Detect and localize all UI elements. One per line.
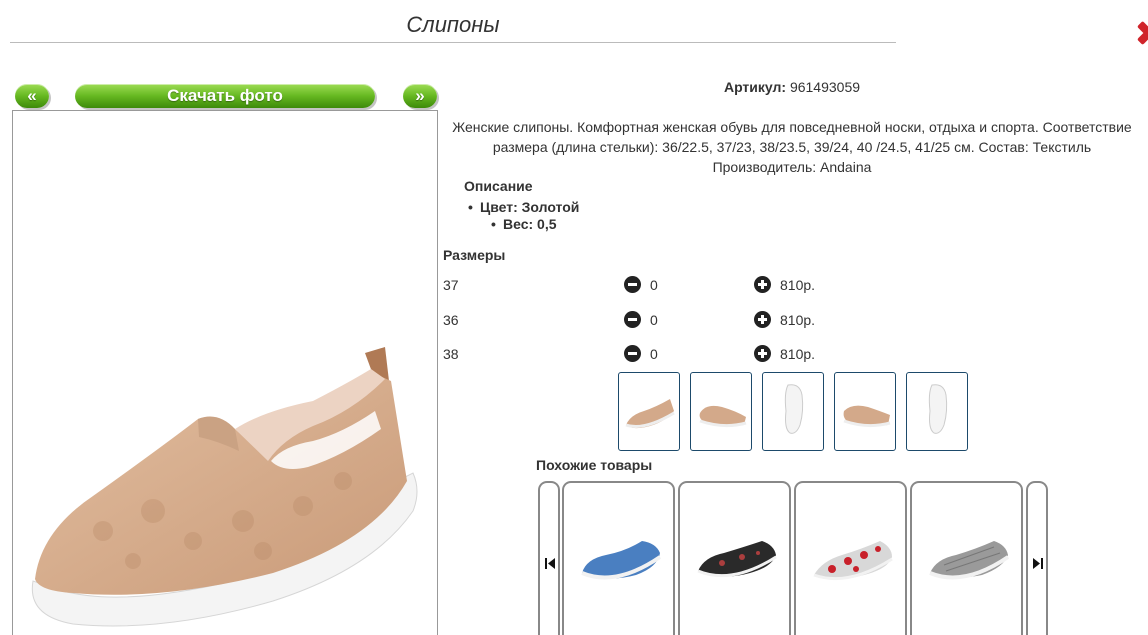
similar-products-heading: Похожие товары (536, 457, 653, 473)
color-attribute: Цвет: Золотой (468, 199, 579, 216)
product-description: Женские слипоны. Комфортная женская обув… (442, 117, 1142, 177)
size-row: 38 0 810р. (443, 344, 863, 364)
similar-product-card[interactable] (562, 481, 675, 635)
page-title: Слипоны (406, 12, 500, 37)
article-line: Артикул: 961493059 (442, 79, 1142, 95)
size-value: 38 (443, 346, 459, 362)
title-divider (10, 42, 896, 43)
description-line: Производитель: Andaina (712, 159, 872, 175)
main-product-photo[interactable] (12, 110, 438, 635)
article-value: 961493059 (789, 79, 861, 95)
skip-back-icon (545, 558, 555, 569)
quantity-value: 0 (650, 277, 658, 293)
carousel-next-button[interactable] (1026, 481, 1048, 635)
photo-thumbnail[interactable] (618, 372, 680, 451)
close-icon[interactable] (1134, 16, 1148, 46)
size-value: 36 (443, 312, 459, 328)
similar-product-image (929, 541, 1010, 580)
size-row: 37 0 810р. (443, 275, 863, 295)
sizes-heading: Размеры (443, 247, 506, 263)
slip-on-shoe-image (31, 347, 418, 627)
photo-thumbnail[interactable] (906, 372, 968, 451)
attributes-list: Цвет: Золотой Вес: 0,5 (468, 199, 579, 233)
next-photo-button[interactable]: » (403, 84, 437, 108)
download-photo-button[interactable]: Скачать фото (75, 84, 375, 108)
minus-icon[interactable] (624, 311, 641, 328)
photo-thumbnail[interactable] (690, 372, 752, 451)
plus-icon[interactable] (754, 345, 771, 362)
similar-product-card[interactable] (678, 481, 791, 635)
price-value: 810р. (780, 346, 816, 362)
similar-product-card[interactable] (794, 481, 907, 635)
size-value: 37 (443, 277, 459, 293)
description-line: размера (длина стельки): 36/22.5, 37/23,… (492, 139, 1092, 155)
similar-product-image (581, 541, 662, 580)
photo-thumbnail[interactable] (834, 372, 896, 451)
plus-icon[interactable] (754, 276, 771, 293)
description-line: Женские слипоны. Комфортная женская обув… (452, 119, 1132, 135)
quantity-value: 0 (650, 312, 658, 328)
carousel-prev-button[interactable] (538, 481, 560, 635)
photo-thumbnail[interactable] (762, 372, 824, 451)
price-value: 810р. (780, 312, 816, 328)
minus-icon[interactable] (624, 276, 641, 293)
description-heading: Описание (464, 178, 533, 194)
similar-product-image (697, 541, 777, 578)
plus-icon[interactable] (754, 311, 771, 328)
similar-product-image (813, 541, 893, 581)
skip-forward-icon (1033, 558, 1043, 569)
article-label: Артикул: (723, 79, 787, 95)
similar-product-card[interactable] (910, 481, 1023, 635)
quantity-value: 0 (650, 346, 658, 362)
prev-photo-button[interactable]: « (15, 84, 49, 108)
weight-attribute: Вес: 0,5 (491, 216, 579, 233)
size-row: 36 0 810р. (443, 310, 863, 330)
price-value: 810р. (780, 277, 816, 293)
minus-icon[interactable] (624, 345, 641, 362)
